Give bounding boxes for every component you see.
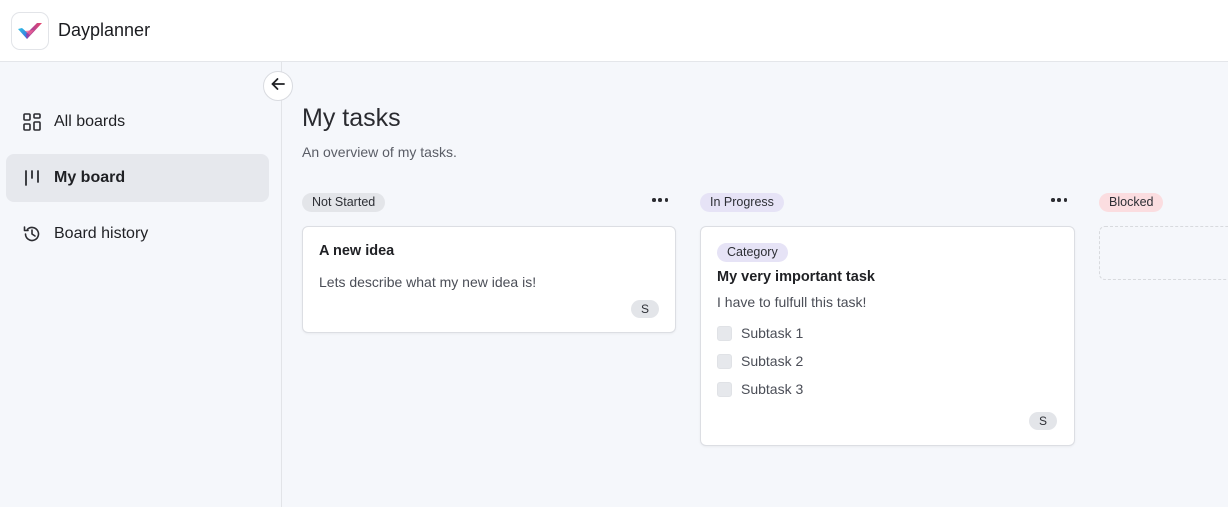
card-title: My very important task <box>717 269 875 285</box>
sidebar-item-label: All boards <box>54 113 126 130</box>
page-subtitle: An overview of my tasks. <box>302 144 457 160</box>
top-bar: Dayplanner <box>0 0 1228 62</box>
card-title: A new idea <box>319 243 395 259</box>
app-title: Dayplanner <box>58 20 151 40</box>
card-description: I have to fulfull this task! <box>717 294 867 310</box>
column-more-icon[interactable] <box>1048 192 1070 208</box>
subtask-checkbox[interactable] <box>717 381 732 397</box>
board-columns-icon <box>22 168 42 188</box>
subtask-label: Subtask 3 <box>741 381 804 397</box>
sidebar: All boards My board Board history <box>0 62 282 507</box>
sidebar-item-board-history[interactable]: Board history <box>6 210 269 258</box>
task-card[interactable]: A new idea Lets describe what my new ide… <box>302 226 676 333</box>
sidebar-item-label: Board history <box>54 225 149 242</box>
column-more-icon[interactable] <box>649 192 671 208</box>
main-content: My tasks An overview of my tasks. Not St… <box>283 62 1228 507</box>
sidebar-item-all-boards[interactable]: All boards <box>6 98 269 146</box>
sidebar-item-my-board[interactable]: My board <box>6 154 269 202</box>
task-card[interactable]: Category My very important task I have t… <box>700 226 1075 446</box>
category-badge: Category <box>717 243 788 262</box>
subtask-item[interactable]: Subtask 3 <box>717 381 803 397</box>
app-logo-icon[interactable] <box>11 11 49 50</box>
page-title: My tasks <box>302 104 401 132</box>
column-status-badge: In Progress <box>700 193 784 212</box>
collapse-sidebar-button[interactable] <box>263 71 293 101</box>
assignee-avatar[interactable]: S <box>1029 412 1057 430</box>
subtask-label: Subtask 2 <box>741 353 804 369</box>
grid-icon <box>22 112 42 132</box>
subtask-label: Subtask 1 <box>741 325 804 341</box>
column-status-badge: Not Started <box>302 193 386 212</box>
assignee-avatar[interactable]: S <box>631 300 659 318</box>
card-description: Lets describe what my new idea is! <box>319 274 537 290</box>
subtask-checkbox[interactable] <box>717 353 732 369</box>
history-icon <box>22 224 42 244</box>
subtask-item[interactable]: Subtask 1 <box>717 325 803 341</box>
sidebar-item-label: My board <box>54 169 126 186</box>
subtask-item[interactable]: Subtask 2 <box>717 353 803 369</box>
arrow-left-icon <box>271 77 285 96</box>
subtask-checkbox[interactable] <box>717 325 732 341</box>
column-status-badge: Blocked <box>1099 193 1164 212</box>
empty-column-dropzone[interactable] <box>1099 226 1228 280</box>
